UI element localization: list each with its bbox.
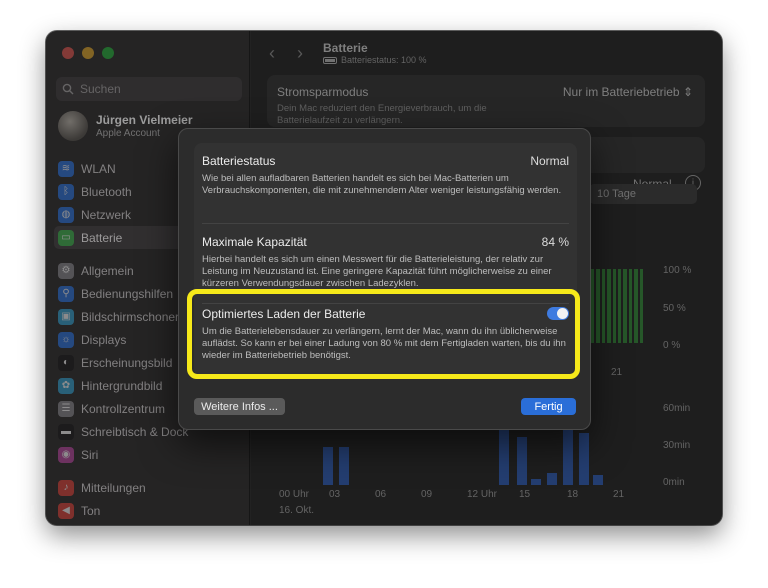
max-capacity-row: Maximale Kapazität 84 % Hierbei handelt … (202, 235, 569, 290)
max-capacity-value: 84 % (541, 235, 569, 249)
done-button[interactable]: Fertig (521, 398, 576, 415)
battery-status-desc: Wie bei allen aufladbaren Batterien hand… (202, 173, 562, 196)
max-capacity-title: Maximale Kapazität (202, 235, 307, 249)
battery-status-title: Batteriestatus (202, 154, 276, 168)
battery-status-value: Normal (530, 154, 569, 168)
row-divider (202, 223, 569, 224)
more-info-button[interactable]: Weitere Infos ... (194, 398, 285, 415)
battery-health-dialog: Batteriestatus Normal Wie bei allen aufl… (178, 128, 591, 430)
max-capacity-desc: Hierbei handelt es sich um einen Messwer… (202, 254, 552, 289)
battery-status-row: Batteriestatus Normal Wie bei allen aufl… (202, 154, 569, 197)
highlight-frame (187, 289, 580, 379)
